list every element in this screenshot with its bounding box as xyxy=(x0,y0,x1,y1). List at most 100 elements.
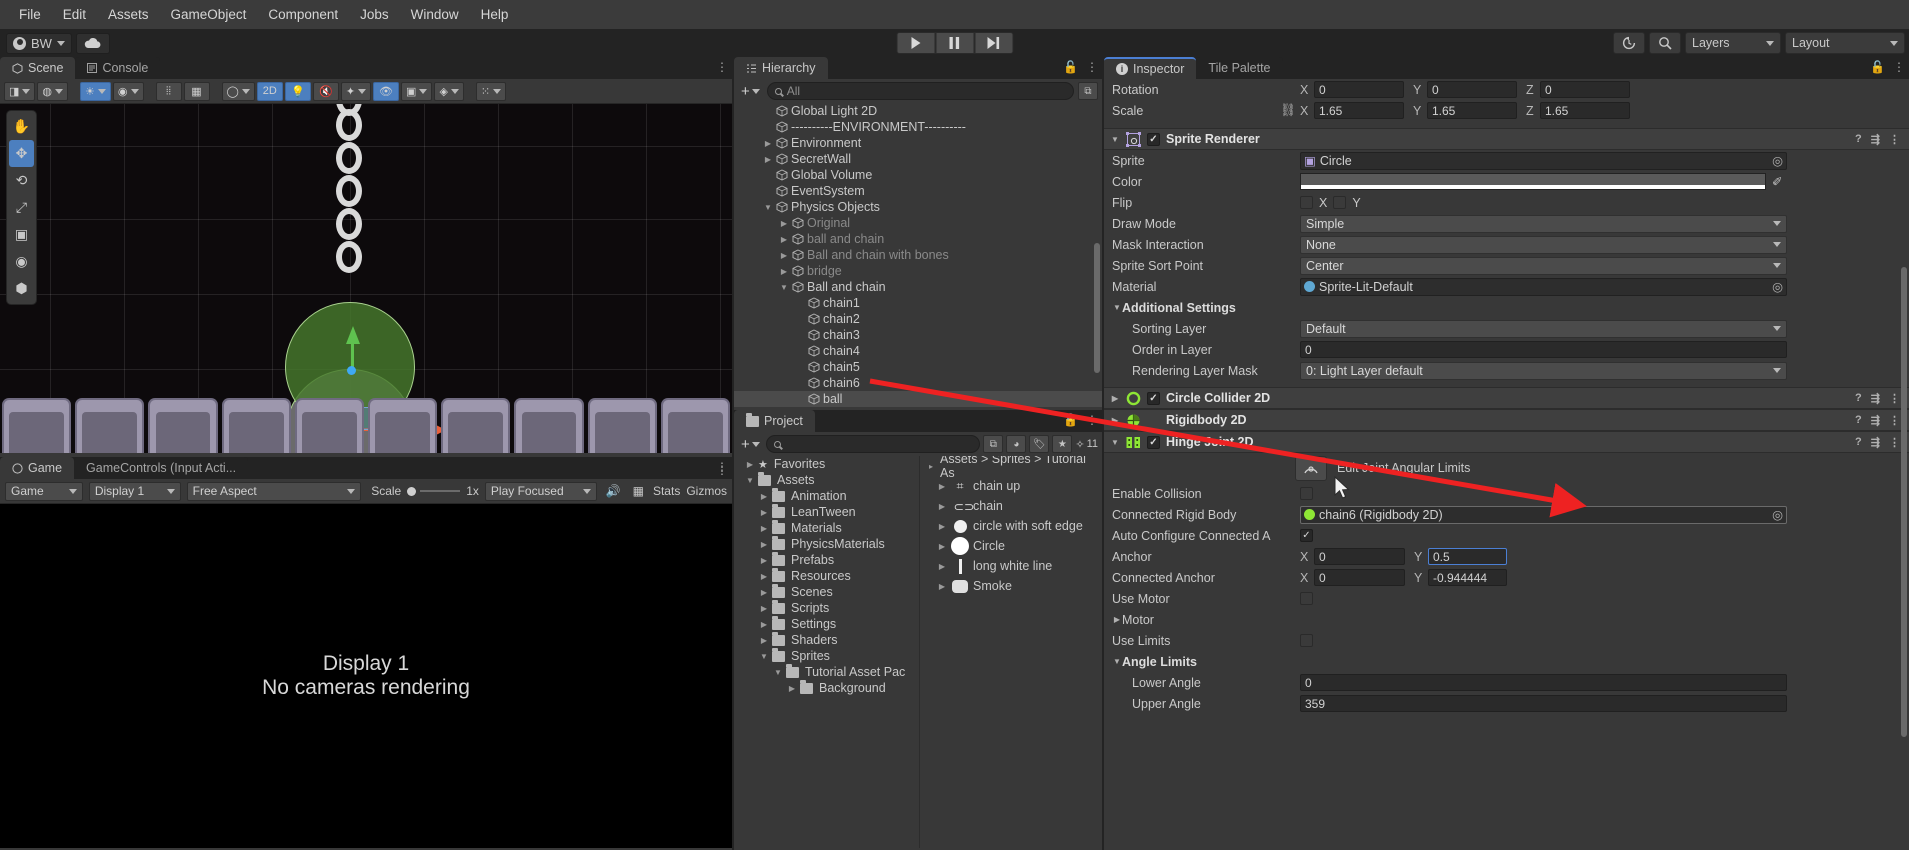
hierarchy-item[interactable]: ▶ ball and chain xyxy=(734,231,1102,247)
hierarchy-item[interactable]: ▶ Ball and chain with bones xyxy=(734,247,1102,263)
row-angle-limits[interactable]: ▼ Angle Limits xyxy=(1104,651,1909,672)
menu-assets[interactable]: Assets xyxy=(97,0,160,29)
lock-icon[interactable]: 🔓 xyxy=(1063,60,1078,74)
game-tab-selector[interactable]: Game xyxy=(5,481,83,501)
foldout-closed-icon[interactable]: ▶ xyxy=(937,562,947,571)
project-tree-item[interactable]: ▶ Settings xyxy=(734,615,919,632)
project-folder-tree[interactable]: ▶ ★ Favorites ▼ Assets ▶ Animation ▶ LeanTween ▶ M… xyxy=(734,456,919,848)
foldout-open-icon[interactable]: ▼ xyxy=(779,283,789,292)
foldout-triangle-icon[interactable]: ▼ xyxy=(1110,438,1120,447)
game-toolbar-menu[interactable]: ⋮ xyxy=(716,463,728,477)
sorting-layer-dropdown[interactable]: Default xyxy=(1300,319,1787,338)
hierarchy-item[interactable]: ▶ Original xyxy=(734,215,1102,231)
foldout-closed-icon[interactable]: ▶ xyxy=(759,620,769,629)
preset-icon[interactable]: ⇶ xyxy=(1871,392,1880,405)
scale-y-field[interactable]: 1.65 xyxy=(1427,102,1517,119)
scene-gizmos-2d-dropdown[interactable]: ◍ xyxy=(37,81,69,101)
hierarchy-item[interactable]: chain5 xyxy=(734,359,1102,375)
display-dropdown[interactable]: Display 1 xyxy=(88,481,181,501)
project-asset-item[interactable]: ▶ circle with soft edge xyxy=(920,516,1102,536)
hierarchy-item[interactable]: ▼ Ball and chain xyxy=(734,279,1102,295)
anchor-x-field[interactable]: 0 xyxy=(1314,548,1405,565)
scale-tool-icon[interactable]: ⤢ xyxy=(7,194,36,221)
project-tree-item[interactable]: ▶ LeanTween xyxy=(734,503,919,520)
scene-fx-toggle[interactable]: ⦙⦙ xyxy=(155,81,182,101)
preset-icon[interactable]: ⇶ xyxy=(1871,133,1880,146)
foldout-closed-icon[interactable]: ▶ xyxy=(779,235,789,244)
hierarchy-item[interactable]: ▶ bridge xyxy=(734,263,1102,279)
project-expand-button[interactable]: ⧉ xyxy=(983,435,1004,453)
project-asset-item[interactable]: ▶ long white line xyxy=(920,556,1102,576)
project-tree-item[interactable]: ▶ Scripts xyxy=(734,599,919,616)
scene-lighting-toggle[interactable]: ☀ xyxy=(80,81,111,101)
scene-sphere-dropdown[interactable]: ◯ xyxy=(221,81,255,101)
mute-audio-button[interactable]: 🔊 xyxy=(603,484,624,498)
search-button[interactable] xyxy=(1649,32,1681,54)
foldout-closed-icon[interactable]: ▶ xyxy=(745,460,755,469)
flip-y-checkbox[interactable] xyxy=(1333,196,1347,209)
scene-light-toggle[interactable]: 💡 xyxy=(284,81,311,101)
stats-button[interactable]: Stats xyxy=(653,484,680,498)
menu-window[interactable]: Window xyxy=(400,0,470,29)
hierarchy-item[interactable]: Global Volume xyxy=(734,167,1102,183)
foldout-closed-icon[interactable]: ▶ xyxy=(937,482,947,491)
upper-angle-field[interactable]: 359 xyxy=(1300,695,1787,712)
scale-z-field[interactable]: 1.65 xyxy=(1540,102,1630,119)
project-tree-item[interactable]: ▼ Assets xyxy=(734,471,919,488)
project-tree-item[interactable]: ▶ Scenes xyxy=(734,583,919,600)
hinge-joint-enabled-checkbox[interactable]: ✓ xyxy=(1147,435,1160,449)
scene-visibility-toggle[interactable]: 👁 xyxy=(373,81,400,101)
rotation-z-field[interactable]: 0 xyxy=(1540,81,1630,98)
history-button[interactable] xyxy=(1613,32,1645,54)
scale-slider[interactable] xyxy=(407,486,461,496)
layers-dropdown[interactable]: Layers xyxy=(1685,32,1781,54)
project-search-input[interactable] xyxy=(765,435,981,453)
hierarchy-panel-menu[interactable]: ⋮ xyxy=(1086,60,1098,74)
hierarchy-item[interactable]: ▼ Physics Objects xyxy=(734,199,1102,215)
menu-help[interactable]: Help xyxy=(470,0,520,29)
gizmo-y-arrow[interactable] xyxy=(346,326,360,344)
sprite-sort-point-dropdown[interactable]: Center xyxy=(1300,256,1787,275)
foldout-closed-icon[interactable]: ▶ xyxy=(759,588,769,597)
help-icon[interactable]: ? xyxy=(1855,414,1862,427)
use-limits-checkbox[interactable] xyxy=(1300,634,1313,647)
order-in-layer-field[interactable]: 0 xyxy=(1300,341,1787,358)
component-menu-icon[interactable]: ⋮ xyxy=(1889,436,1900,449)
rotation-x-field[interactable]: 0 xyxy=(1314,81,1404,98)
connected-rigid-body-object-field[interactable]: chain6 (Rigidbody 2D) ◎ xyxy=(1300,505,1787,524)
scene-draw-mode-dropdown[interactable]: ◨ xyxy=(4,81,36,101)
component-menu-icon[interactable]: ⋮ xyxy=(1889,392,1900,405)
scene-gizmo-dropdown[interactable]: ◈ xyxy=(434,81,464,101)
menu-edit[interactable]: Edit xyxy=(52,0,97,29)
foldout-closed-icon[interactable]: ▶ xyxy=(787,684,797,693)
gizmos-button[interactable]: Gizmos xyxy=(686,484,727,498)
flip-x-checkbox[interactable] xyxy=(1300,196,1313,209)
foldout-open-icon[interactable]: ▼ xyxy=(745,476,755,485)
hierarchy-item[interactable]: chain4 xyxy=(734,343,1102,359)
breadcrumb[interactable]: ▸ Assets > Sprites > Tutorial As xyxy=(920,456,1102,480)
component-menu-icon[interactable]: ⋮ xyxy=(1889,414,1900,427)
draw-mode-dropdown[interactable]: Simple xyxy=(1300,214,1787,233)
foldout-closed-icon[interactable]: ▶ xyxy=(759,556,769,565)
aspect-dropdown[interactable]: Free Aspect xyxy=(186,481,362,501)
foldout-closed-icon[interactable]: ▶ xyxy=(937,502,947,511)
game-canvas[interactable]: Display 1 No cameras rendering xyxy=(0,504,732,848)
foldout-closed-icon[interactable]: ▶ xyxy=(937,582,947,591)
object-picker-icon[interactable]: ◎ xyxy=(1772,279,1783,294)
project-tree-item[interactable]: ▶ ★ Favorites xyxy=(734,456,919,472)
edit-joint-angular-limits-button[interactable] xyxy=(1295,455,1327,481)
aspect-ratio-icon[interactable]: ▦ xyxy=(630,484,647,498)
preset-icon[interactable]: ⇶ xyxy=(1871,414,1880,427)
project-asset-list[interactable]: ▸ Assets > Sprites > Tutorial As ▶ ⌗ chain… xyxy=(919,456,1102,848)
help-icon[interactable]: ? xyxy=(1855,436,1862,449)
project-tree-item[interactable]: ▶ PhysicsMaterials xyxy=(734,535,919,552)
tab-console[interactable]: Console xyxy=(75,57,161,79)
connected-anchor-y-field[interactable]: -0.944444 xyxy=(1428,569,1507,586)
project-tree-item[interactable]: ▶ Shaders xyxy=(734,631,919,648)
foldout-closed-icon[interactable]: ▶ xyxy=(779,219,789,228)
hierarchy-scrollbar[interactable] xyxy=(1094,243,1100,373)
component-header-hinge-joint-2d[interactable]: ▼ ✓ Hinge Joint 2D ? ⇶ ⋮ xyxy=(1104,431,1909,453)
scene-camera-dropdown[interactable]: ▣ xyxy=(401,81,433,101)
scene-audio-toggle[interactable]: ◉ xyxy=(112,81,144,101)
favorites-filter-button[interactable]: ★ xyxy=(1052,435,1073,453)
